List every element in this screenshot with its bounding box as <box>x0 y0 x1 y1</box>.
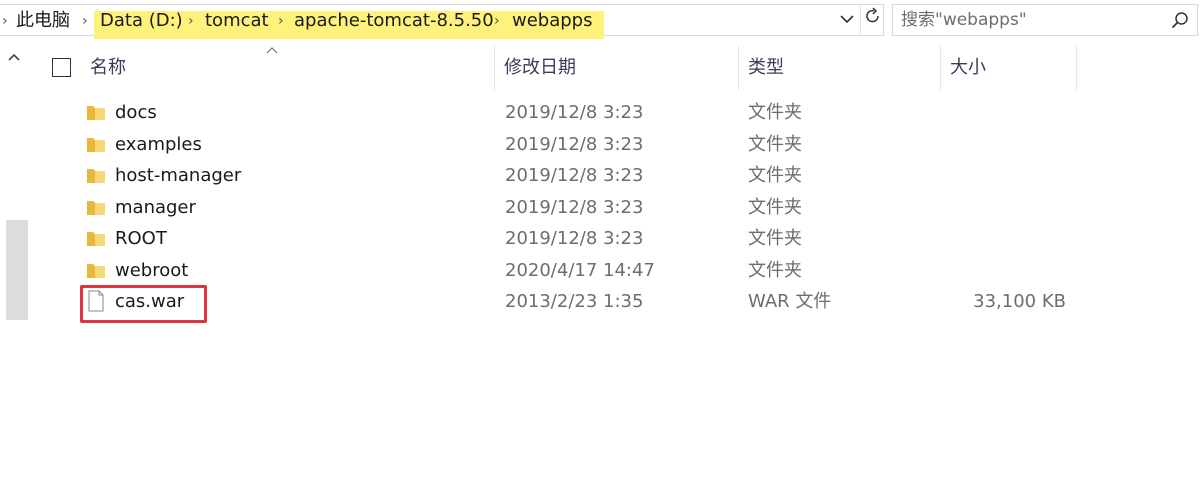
folder-icon <box>87 232 105 246</box>
file-type: 文件夹 <box>748 260 802 281</box>
column-size[interactable]: 大小 <box>950 54 986 82</box>
file-type: 文件夹 <box>748 228 802 249</box>
file-name: examples <box>115 134 202 155</box>
file-size <box>930 97 1066 128</box>
scroll-up-icon[interactable] <box>8 52 20 62</box>
refresh-icon <box>865 7 879 23</box>
file-size <box>930 160 1066 191</box>
file-type: 文件夹 <box>748 165 802 186</box>
file-name: manager <box>115 197 196 218</box>
column-header: 名称 修改日期 类型 大小 <box>30 42 1200 94</box>
search-box[interactable] <box>892 4 1198 36</box>
column-divider[interactable] <box>1076 46 1077 90</box>
column-divider[interactable] <box>738 46 739 90</box>
breadcrumb-apache-tomcat[interactable]: apache-tomcat-8.5.50 <box>294 5 494 37</box>
file-size <box>930 192 1066 223</box>
list-item[interactable]: host-manager 2019/12/8 3:23 文件夹 <box>30 160 1200 191</box>
breadcrumb-this-pc[interactable]: 此电脑 <box>16 5 70 37</box>
file-name: host-manager <box>115 165 242 186</box>
file-date: 2019/12/8 3:23 <box>505 134 644 155</box>
breadcrumb-data-drive[interactable]: Data (D:) <box>100 5 183 37</box>
refresh-button[interactable] <box>860 4 884 36</box>
folder-icon <box>87 169 105 183</box>
chevron-right-icon[interactable]: › <box>82 5 88 37</box>
navigation-pane <box>0 42 30 478</box>
file-name: ROOT <box>115 228 167 249</box>
file-type: WAR 文件 <box>748 291 832 312</box>
file-size: 33,100 KB <box>973 291 1066 312</box>
list-item[interactable]: ROOT 2019/12/8 3:23 文件夹 <box>30 223 1200 254</box>
chevron-down-icon <box>840 15 854 24</box>
chevron-right-icon[interactable]: › <box>494 5 500 37</box>
folder-icon <box>87 106 105 120</box>
folder-icon <box>87 264 105 278</box>
chevron-right-icon[interactable]: › <box>188 5 194 37</box>
file-name: webroot <box>115 260 189 281</box>
file-size <box>930 255 1066 286</box>
list-item[interactable]: docs 2019/12/8 3:23 文件夹 <box>30 97 1200 128</box>
breadcrumb-webapps[interactable]: webapps <box>512 5 592 37</box>
file-size <box>930 223 1066 254</box>
column-date-modified[interactable]: 修改日期 <box>504 54 576 82</box>
list-item[interactable]: examples 2019/12/8 3:23 文件夹 <box>30 129 1200 160</box>
file-type: 文件夹 <box>748 134 802 155</box>
breadcrumb[interactable]: › 此电脑 › Data (D:) › tomcat › apache-tomc… <box>0 4 884 39</box>
file-date: 2019/12/8 3:23 <box>505 197 644 218</box>
column-type[interactable]: 类型 <box>748 54 784 82</box>
list-item[interactable]: webroot 2020/4/17 14:47 文件夹 <box>30 255 1200 286</box>
address-bar: › 此电脑 › Data (D:) › tomcat › apache-tomc… <box>0 0 1200 42</box>
file-size <box>930 129 1066 160</box>
column-divider[interactable] <box>494 46 495 90</box>
search-icon[interactable] <box>1171 11 1189 29</box>
sort-up-icon <box>266 47 278 54</box>
file-date: 2013/2/23 1:35 <box>505 291 644 312</box>
file-date: 2019/12/8 3:23 <box>505 102 644 123</box>
list-item[interactable]: manager 2019/12/8 3:23 文件夹 <box>30 192 1200 223</box>
file-name: docs <box>115 102 157 123</box>
chevron-right-icon[interactable]: › <box>278 5 284 37</box>
file-type: 文件夹 <box>748 197 802 218</box>
select-all-checkbox[interactable] <box>52 58 71 77</box>
scrollbar-thumb[interactable] <box>6 220 28 320</box>
search-input[interactable] <box>901 8 1161 32</box>
annotation-highlight-box <box>80 285 207 323</box>
file-type: 文件夹 <box>748 102 802 123</box>
history-dropdown-button[interactable] <box>836 4 858 36</box>
file-date: 2020/4/17 14:47 <box>505 260 655 281</box>
file-date: 2019/12/8 3:23 <box>505 165 644 186</box>
column-name[interactable]: 名称 <box>90 54 126 82</box>
breadcrumb-tomcat[interactable]: tomcat <box>205 5 269 37</box>
column-divider[interactable] <box>940 46 941 90</box>
chevron-right-icon[interactable]: › <box>2 5 8 37</box>
file-date: 2019/12/8 3:23 <box>505 228 644 249</box>
folder-icon <box>87 138 105 152</box>
folder-icon <box>87 201 105 215</box>
